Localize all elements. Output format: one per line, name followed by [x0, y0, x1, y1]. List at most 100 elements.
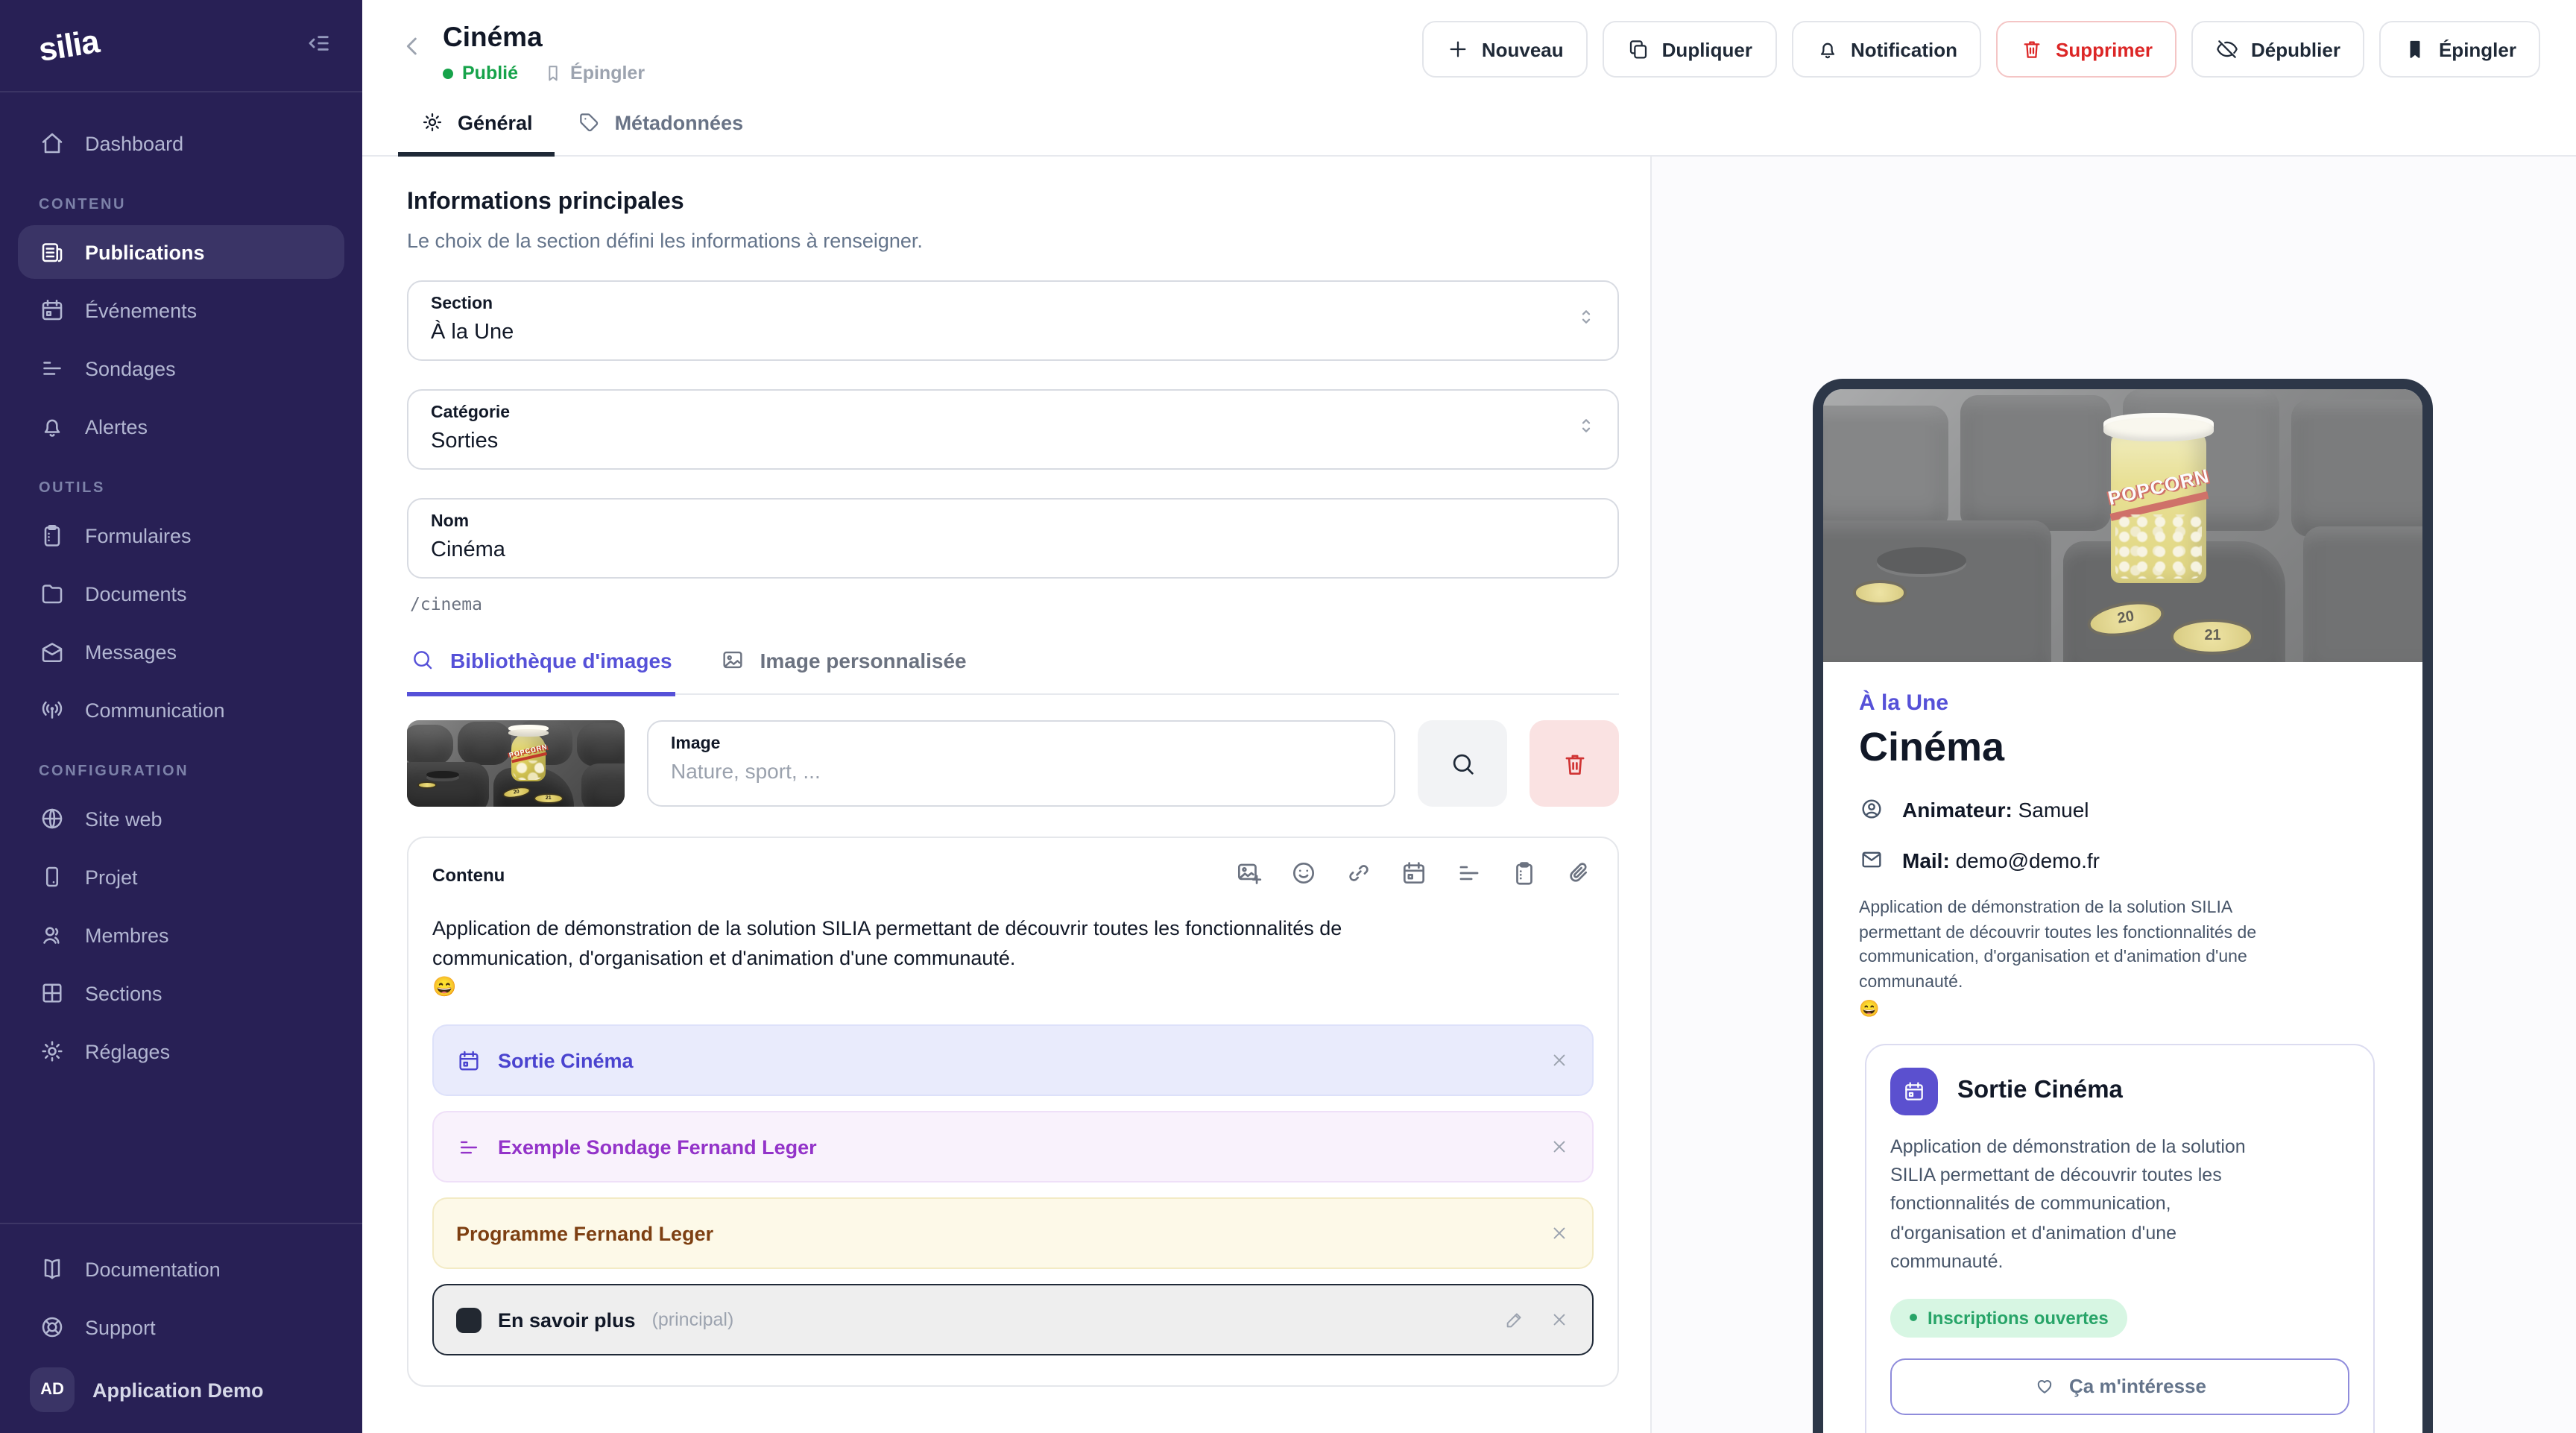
sidebar-item-label: Événements [85, 299, 197, 321]
toolbar-image-add-icon[interactable] [1234, 859, 1263, 892]
preview-kicker: À la Une [1859, 690, 2387, 716]
sidebar-item-documentation[interactable]: Documentation [18, 1242, 344, 1296]
x-icon [1549, 1050, 1570, 1071]
profile-menu[interactable]: AD Application Demo [18, 1358, 344, 1418]
back-button[interactable] [398, 31, 428, 66]
media-tab-bibliotheque-d-images[interactable]: Bibliothèque d'images [407, 635, 675, 696]
search-icon [410, 647, 435, 673]
sidebar-item-communication[interactable]: Communication [18, 683, 344, 737]
cinema-photo-thumbnail: POPCORN 20 21 [407, 720, 625, 807]
contenu-chips: Sortie Cinéma Exemple Sondage Fernand Leg… [432, 1024, 1594, 1355]
sidebar-item-membres[interactable]: Membres [18, 908, 344, 962]
toolbar-poll-icon[interactable] [1455, 859, 1483, 892]
calendar-icon [1400, 859, 1428, 887]
sidebar-item-label: Dashboard [85, 132, 183, 154]
image-icon [720, 647, 745, 673]
envelope-icon [1859, 847, 1884, 872]
poll-icon [1455, 859, 1483, 887]
categorie-select[interactable]: Catégorie Sorties [407, 389, 1619, 470]
chevrons-updown-icon [1574, 305, 1598, 329]
chip-en-savoir-plus[interactable]: En savoir plus(principal) [432, 1284, 1594, 1355]
nom-input[interactable]: Nom Cinéma [407, 498, 1619, 579]
sidebar-item-alertes[interactable]: Alertes [18, 400, 344, 453]
tag-icon [578, 110, 602, 134]
field-value: Sorties [431, 429, 498, 453]
toolbar-calendar-icon[interactable] [1400, 859, 1428, 892]
silia-logo: silia [36, 22, 101, 69]
x-icon [1549, 1223, 1570, 1244]
sidebar-item-support[interactable]: Support [18, 1300, 344, 1354]
field-label: Nom [431, 513, 1595, 531]
sidebar-collapse-button[interactable] [303, 28, 332, 63]
sidebar-item-label: Réglages [85, 1040, 170, 1062]
sidebar-item-evenements[interactable]: Événements [18, 283, 344, 337]
bookmark-filled-icon [2403, 37, 2427, 61]
preview-emoji: 😄 [1859, 998, 2387, 1018]
remove-chip-button[interactable] [1549, 1309, 1570, 1330]
link-icon [1345, 859, 1373, 887]
edit-chip-button[interactable] [1504, 1309, 1525, 1330]
sidebar-item-site-web[interactable]: Site web [18, 792, 344, 845]
toolbar-clipboard-icon[interactable] [1510, 859, 1538, 892]
broadcast-icon [39, 696, 66, 723]
image-thumbnail[interactable]: POPCORN 20 21 [407, 720, 625, 807]
remove-chip-button[interactable] [1549, 1050, 1570, 1071]
sidebar-item-sondages[interactable]: Sondages [18, 341, 344, 395]
chip-programme-fernand-leger[interactable]: Programme Fernand Leger [432, 1197, 1594, 1269]
status-dot-icon [443, 68, 453, 78]
gear-icon [39, 1038, 66, 1065]
sidebar-item-dashboard[interactable]: Dashboard [18, 116, 344, 170]
users-icon [39, 922, 66, 948]
search-icon [1448, 749, 1477, 778]
image-delete-button[interactable] [1530, 720, 1619, 807]
media-tab-image-personnalisee[interactable]: Image personnalisée [717, 635, 970, 696]
supprimer-button[interactable]: Supprimer [1996, 21, 2176, 78]
sidebar-item-formulaires[interactable]: Formulaires [18, 508, 344, 562]
button-label: Épingler [2439, 38, 2516, 60]
tab-general[interactable]: Général [398, 97, 555, 157]
section-select[interactable]: Section À la Une [407, 280, 1619, 361]
sidebar-footer-items: DocumentationSupport [18, 1242, 344, 1354]
mail-row: Mail: demo@demo.fr [1859, 847, 2387, 872]
x-icon [1549, 1136, 1570, 1157]
dupliquer-button[interactable]: Dupliquer [1603, 21, 1776, 78]
contenu-editor[interactable]: Contenu Application de démonstration de … [407, 837, 1619, 1387]
toolbar-link-icon[interactable] [1345, 859, 1373, 892]
sidebar-item-label: Communication [85, 699, 225, 721]
chip-sortie-cinema[interactable]: Sortie Cinéma [432, 1024, 1594, 1096]
globe-icon [39, 805, 66, 832]
sidebar-item-documents[interactable]: Documents [18, 567, 344, 620]
chevrons-updown-icon [1574, 305, 1598, 336]
contenu-text[interactable]: Application de démonstration de la solut… [432, 914, 1416, 972]
remove-chip-button[interactable] [1549, 1136, 1570, 1157]
depublier-button[interactable]: Dépublier [2191, 21, 2364, 78]
nouveau-button[interactable]: Nouveau [1422, 21, 1588, 78]
media-tab-label: Image personnalisée [760, 648, 967, 672]
contenu-label: Contenu [432, 865, 505, 886]
bookmark-icon [542, 63, 563, 84]
tabs-row: GénéralMétadonnées [362, 97, 2576, 157]
toolbar-smiley-icon[interactable] [1289, 859, 1318, 892]
sidebar-item-sections[interactable]: Sections [18, 966, 344, 1020]
toolbar-paperclip-icon[interactable] [1565, 859, 1594, 892]
user-circle-icon [1859, 796, 1884, 822]
heart-icon [2033, 1375, 2056, 1397]
sidebar-item-reglages[interactable]: Réglages [18, 1024, 344, 1078]
sidebar-item-publications[interactable]: Publications [18, 225, 344, 279]
page-title: Cinéma [443, 21, 645, 54]
event-card-description: Application de démonstration de la solut… [1890, 1133, 2290, 1277]
chip-exemple-sondage-fernand-leger[interactable]: Exemple Sondage Fernand Leger [432, 1111, 1594, 1182]
tab-metadonnees[interactable]: Métadonnées [555, 97, 766, 157]
pin-indicator[interactable]: Épingler [542, 63, 645, 84]
sidebar-item-messages[interactable]: Messages [18, 625, 344, 678]
image-search-button[interactable] [1418, 720, 1507, 807]
image-search-input[interactable]: Image Nature, sport, ... [647, 720, 1395, 807]
smiley-icon [1289, 859, 1318, 887]
epingler-button[interactable]: Épingler [2379, 21, 2540, 78]
remove-chip-button[interactable] [1549, 1223, 1570, 1244]
notification-button[interactable]: Notification [1791, 21, 1981, 78]
sidebar-item-label: Membres [85, 924, 169, 946]
sidebar-item-projet[interactable]: Projet [18, 850, 344, 904]
field-label: Image [671, 735, 1371, 753]
button-swatch-icon [456, 1307, 482, 1332]
